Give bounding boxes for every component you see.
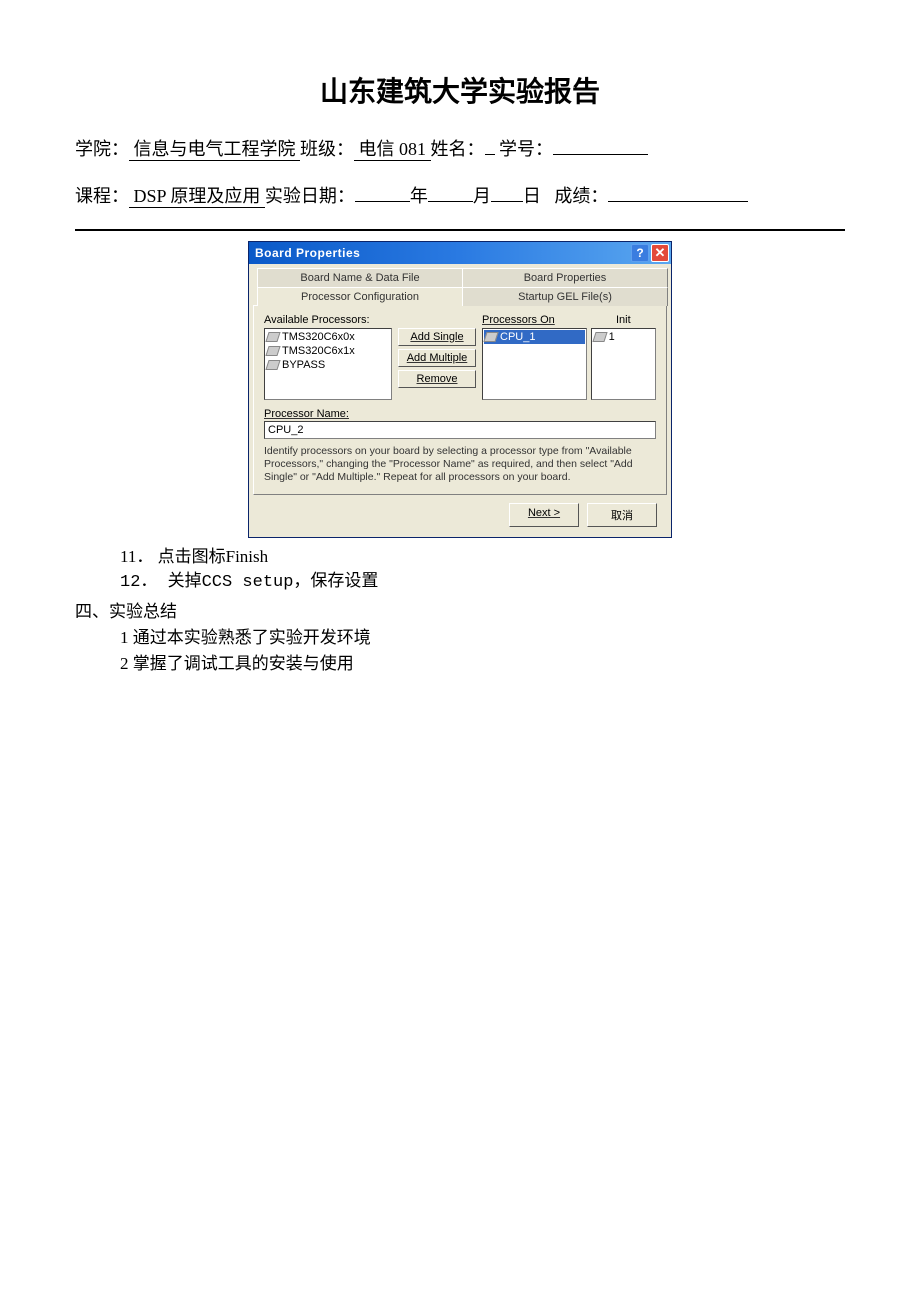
available-processors-label: Available Processors:: [264, 314, 392, 326]
grade-blank: [608, 201, 748, 202]
class-value: 电信 081: [354, 139, 431, 161]
grade-label: 成绩：: [554, 186, 608, 206]
info-line-1: 学院： 信息与电气工程学院 班级： 电信 081 姓名： 学号：: [75, 135, 845, 164]
init-label: Init: [591, 314, 656, 326]
header-divider: [75, 229, 845, 231]
chip-icon: [265, 346, 280, 356]
available-processors-list[interactable]: TMS320C6x0x TMS320C6x1x BYPASS: [264, 328, 392, 400]
year-label: 年: [410, 186, 428, 206]
dialog-title: Board Properties: [255, 246, 629, 260]
cancel-button[interactable]: 取消: [587, 503, 657, 527]
list-item[interactable]: CPU_1: [484, 330, 585, 344]
processors-on-label: Processors On: [482, 314, 587, 326]
id-label: 学号：: [499, 139, 553, 159]
list-item[interactable]: BYPASS: [266, 358, 390, 372]
add-single-button[interactable]: Add Single: [398, 328, 476, 346]
list-item[interactable]: 1: [593, 330, 654, 344]
day-label: 日: [523, 186, 541, 206]
tab-board-properties[interactable]: Board Properties: [462, 268, 668, 287]
chip-icon: [265, 360, 280, 370]
name-label: 姓名：: [431, 139, 485, 159]
remove-button[interactable]: Remove: [398, 370, 476, 388]
id-blank: [553, 154, 648, 155]
class-label: 班级：: [300, 139, 354, 159]
course-label: 课程：: [75, 186, 129, 206]
dialog-tabs: Board Name & Data File Board Properties …: [257, 268, 667, 306]
school-label: 学院：: [75, 139, 129, 159]
tab-panel: Available Processors: TMS320C6x0x TMS320…: [253, 305, 667, 495]
board-properties-dialog: Board Properties ? ✕ Board Name & Data F…: [248, 241, 672, 538]
course-value: DSP 原理及应用: [129, 186, 265, 208]
processor-name-input[interactable]: CPU_2: [264, 421, 656, 439]
date-label: 实验日期：: [265, 186, 355, 206]
chip-icon: [592, 332, 607, 342]
document-body: 11． 点击图标Finish 12． 关掉CCS setup，保存设置 四、实验…: [120, 544, 845, 678]
processors-on-list[interactable]: CPU_1: [482, 328, 587, 400]
school-value: 信息与电气工程学院: [129, 139, 300, 161]
tab-startup-gel[interactable]: Startup GEL File(s): [462, 287, 668, 306]
tab-board-name[interactable]: Board Name & Data File: [257, 268, 463, 287]
hint-text: Identify processors on your board by sel…: [264, 445, 656, 484]
step-12: 12． 关掉CCS setup，保存设置: [120, 570, 845, 596]
chip-icon: [265, 332, 280, 342]
report-title: 山东建筑大学实验报告: [75, 70, 845, 110]
add-multiple-button[interactable]: Add Multiple: [398, 349, 476, 367]
summary-line-1: 1 通过本实验熟悉了实验开发环境: [120, 625, 845, 651]
list-item[interactable]: TMS320C6x1x: [266, 344, 390, 358]
dialog-titlebar[interactable]: Board Properties ? ✕: [249, 242, 671, 264]
help-icon[interactable]: ?: [631, 244, 649, 262]
close-icon[interactable]: ✕: [651, 244, 669, 262]
next-button[interactable]: Next >: [509, 503, 579, 527]
info-line-2: 课程： DSP 原理及应用 实验日期： 年 月 日 成绩：: [75, 182, 845, 211]
chip-icon: [483, 332, 498, 342]
section-4-heading: 四、实验总结: [75, 599, 845, 625]
processor-name-label: Processor Name:: [264, 408, 656, 420]
summary-line-2: 2 掌握了调试工具的安装与使用: [120, 651, 845, 677]
list-item[interactable]: TMS320C6x0x: [266, 330, 390, 344]
month-label: 月: [473, 186, 491, 206]
tab-processor-config[interactable]: Processor Configuration: [257, 287, 463, 306]
step-11: 11． 点击图标Finish: [120, 544, 845, 570]
init-list[interactable]: 1: [591, 328, 656, 400]
